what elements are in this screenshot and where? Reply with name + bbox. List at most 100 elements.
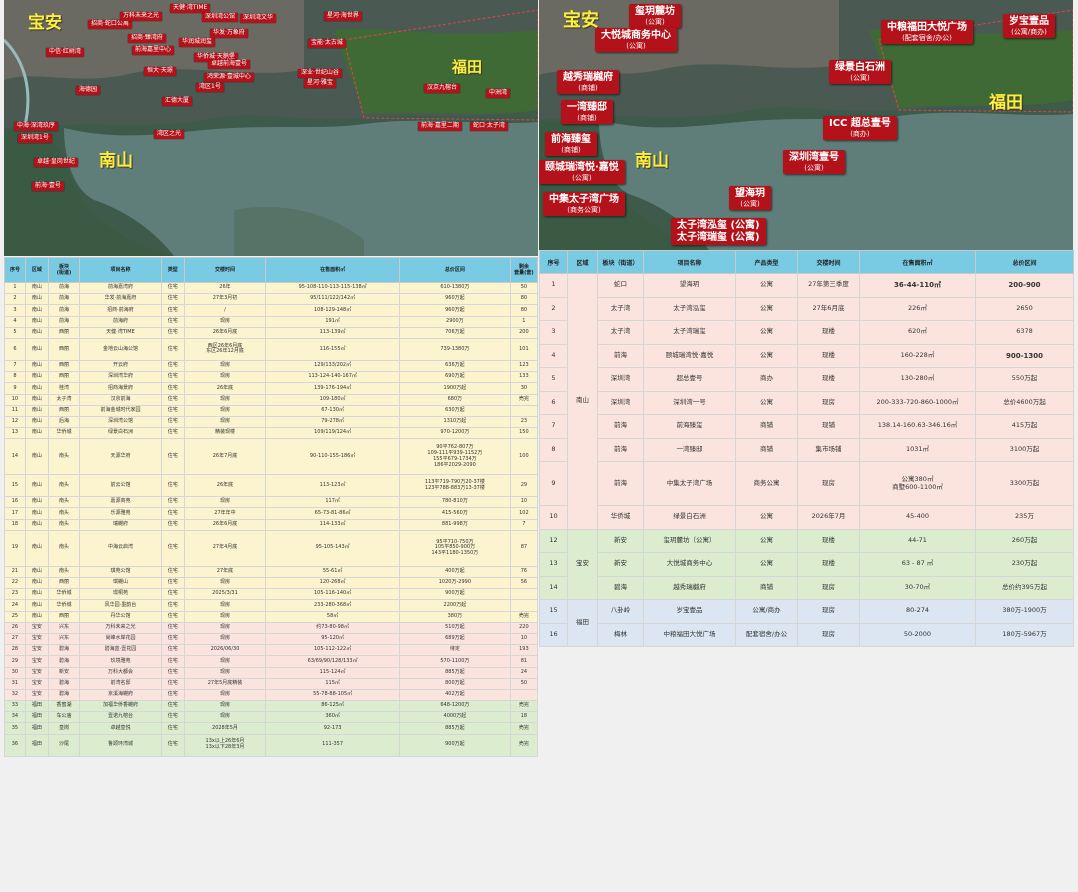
table-cell: 33 (4, 700, 26, 713)
table-cell: 25 (4, 610, 26, 623)
table-cell: 80-274 (859, 599, 976, 624)
table-cell: 45-400 (859, 505, 976, 530)
table-cell: 前海臻玺 (643, 414, 736, 439)
table-cell: 南山 (24, 315, 49, 328)
table-cell: 现房 (797, 622, 860, 647)
table-cell: 610-1380万 (399, 281, 511, 295)
table-row: 26 宝安 兴东 万科未来之光 住宅 现房 约73-80-98㎡ 510万起 220 (4, 621, 539, 634)
table-cell: 前海 (47, 304, 81, 317)
table-row: 5 南山 西丽 天健·湾TIME 住宅 26年6月底 113-139㎡ 706万起 200 (4, 326, 539, 339)
region-cell: 南山 (567, 273, 598, 530)
table-cell: 住宅 (160, 415, 185, 429)
table-cell: 1031㎡ (859, 437, 976, 462)
table-cell: 92-173 (265, 722, 400, 735)
table-cell: 133 (509, 371, 539, 384)
table-cell: 住宅 (160, 565, 185, 579)
table-row: 4 南山 前海 前海府 住宅 现房 191㎡ 2900万 1 (4, 315, 539, 328)
table-cell: 南头 (47, 496, 81, 509)
table-cell: 南头 (47, 529, 81, 567)
table-cell: 住宅 (160, 315, 185, 328)
table-cell: 16 (539, 622, 568, 647)
table-cell: 璟桐苑 (79, 588, 162, 601)
table-cell: 28 (4, 644, 26, 657)
table-cell: 现房 (183, 404, 267, 417)
map-project-label: 前海臻玺 (商铺) (545, 132, 597, 156)
table-cell: 新安 (597, 528, 644, 553)
table-cell: 现房 (183, 599, 267, 612)
column-header: 产品类型 (735, 250, 798, 274)
column-header: 板块 (街道) (47, 257, 81, 283)
left-table-header: 序号 区域 板块 (街道) 项目名称 类型 交楼时间 在售面积㎡ 总价区间 剩余 套量(套) (4, 257, 539, 283)
map-project-label: 星河·海世界 (324, 12, 362, 21)
table-cell: 南山 (24, 496, 49, 509)
table-cell: 235万 (975, 505, 1074, 530)
table-cell: 9 (539, 461, 568, 506)
table-cell: 住宅 (160, 496, 185, 509)
table-cell: 商铺 (735, 437, 798, 462)
table-cell: 住宅 (160, 700, 185, 713)
table-cell: 南山 (24, 599, 49, 612)
table-cell: 南山 (24, 610, 49, 623)
column-header: 交楼时间 (797, 250, 860, 274)
table-cell: 32 (4, 688, 26, 702)
table-cell: 6 (4, 337, 26, 361)
table-cell: 415万起 (975, 414, 1074, 439)
table-cell: 960万起 (399, 293, 511, 306)
table-row: 31 宝安 碧海 前湾名邸 住宅 27年5月底精装 115㎡ 800万起 50 (4, 677, 539, 690)
table-cell: 现楼 (797, 367, 860, 392)
table-cell: 1 (509, 315, 539, 328)
table-cell: 26年 (183, 281, 267, 295)
map-project-label: 玺玥麓坊 (公寓) (629, 4, 681, 28)
table-cell: 西丽 (47, 326, 81, 339)
map-project-label: 万科未来之光 (120, 12, 163, 21)
table-cell: 南山 (24, 507, 49, 520)
column-header: 板块（街道） (597, 250, 644, 274)
table-cell: 住宅 (160, 576, 185, 590)
table-cell: 现房 (183, 632, 267, 646)
table-cell: 住宅 (160, 304, 185, 317)
table-cell: 648-1200万 (399, 700, 511, 713)
column-header: 总价区间 (975, 250, 1074, 274)
table-cell: 10 (509, 496, 539, 509)
table-cell: 现房 (183, 359, 267, 373)
table-cell: 10 (4, 393, 26, 406)
table-cell: 50 (509, 281, 539, 295)
table-cell: 住宅 (160, 610, 185, 623)
table-cell: 宝安 (24, 632, 49, 646)
table-cell: 8 (539, 437, 568, 462)
table-cell: 13 (539, 552, 568, 577)
table-row: 11 南山 西丽 前海金城时代家园 住宅 现房 67-130㎡ 630万起 (4, 404, 539, 417)
table-row: 4 前海 颐城瑞湾悦·嘉悦 公寓 现楼 160-228㎡ 900-1300 (539, 343, 1074, 368)
table-cell: 36-44-110㎡ (859, 273, 976, 298)
table-cell: 10 (509, 632, 539, 646)
table-row: 3 太子湾 太子湾瑞玺 公寓 现楼 620㎡ 6378 (539, 320, 1074, 345)
map-project-label: 深圳湾壹号 (公寓) (783, 150, 845, 174)
table-row: 14 碧海 越秀瑞樾府 商铺 现房 30-70㎡ 总价约395万起 (539, 575, 1074, 600)
table-cell: 招商海景府 (79, 382, 162, 395)
map-project-label: 招商·蛇口公寓 (88, 20, 132, 29)
column-header: 区域 (24, 257, 49, 283)
table-cell: 住宅 (160, 507, 185, 520)
table-cell: 现楼 (797, 320, 860, 345)
table-cell: 华侨城 (47, 599, 81, 612)
table-cell: 2026年7月 (797, 505, 860, 530)
table-cell: 蛇口 (597, 273, 644, 298)
table-row: 17 南山 南头 乐源雅苑 住宅 27年年中 65-73-81-86㎡ 415-560万 102 (4, 507, 539, 520)
table-cell: 2026/06/30 (183, 644, 267, 657)
map-project-label: 深圳湾文华 (240, 14, 277, 23)
region-cell: 宝安 (567, 528, 598, 600)
table-cell: 111-357 (265, 733, 400, 757)
table-cell: 900万起 (399, 588, 511, 601)
table-cell: 30 (4, 666, 26, 679)
map-project-label: 中信·红树湾 (46, 48, 84, 57)
table-cell: 住宅 (160, 359, 185, 373)
table-cell: 113平719-790万20-37楼 123平788-883万13-37楼 (399, 474, 511, 498)
table-cell: 丹华公馆 (79, 610, 162, 623)
table-cell: 前海 (597, 414, 644, 439)
table-cell: 太子湾泓玺 (643, 296, 736, 321)
table-cell: 现楼 (797, 343, 860, 368)
table-cell: 现房 (183, 688, 267, 702)
table-cell: 35 (4, 722, 26, 735)
table-cell: 27年3月初 (183, 293, 267, 306)
table-row: 1 南山 前海 前海嘉湾府 住宅 26年 95-108-110-113-115-138㎡ 61… (4, 281, 539, 295)
